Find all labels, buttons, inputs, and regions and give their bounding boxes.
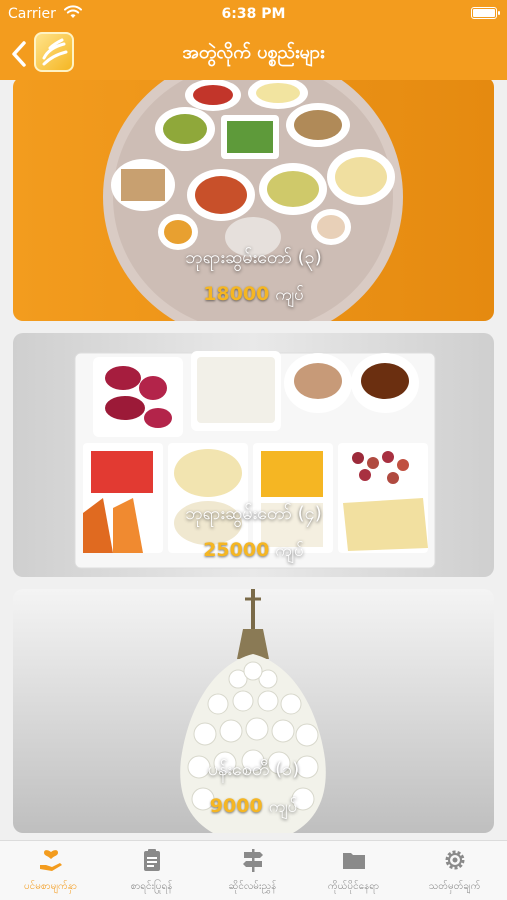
tab-label: ဆိုင်လမ်းညွှန်: [228, 881, 277, 892]
battery-icon: [471, 7, 500, 19]
product-price: 25000: [203, 539, 270, 561]
currency-label: ကျပ်: [275, 285, 304, 305]
clipboard-icon: [144, 849, 160, 871]
tab-personal[interactable]: ကိုယ်ပိုင်နေရာ: [303, 841, 404, 900]
currency-label: ကျပ်: [275, 541, 304, 561]
tab-settings[interactable]: သတ်မှတ်ချက်: [404, 841, 505, 900]
product-name: ဘုရားဆွမ်းတော် (၃): [185, 247, 322, 268]
status-time: 6:38 PM: [221, 6, 286, 22]
tab-label: ကိုယ်ပိုင်နေရာ: [327, 881, 380, 892]
product-name: ဘုရားဆွမ်းတော် (၄): [185, 503, 322, 524]
top-bar: Carrier 6:38 PM အတွဲလိုက် ပစ္စည်းများ: [0, 0, 507, 80]
tab-label: သတ်မှတ်ချက်: [428, 881, 481, 892]
product-list[interactable]: ဘုရားဆွမ်းတော် (၃) 18000 ကျပ် ဘုရားဆွမ်းတ…: [0, 80, 507, 840]
price-row: 9000 ကျပ်: [13, 795, 494, 821]
tab-label: စာရင်းပြုရန်: [130, 881, 173, 892]
gear-icon: [445, 850, 465, 870]
navigation-bar: အတွဲလိုက် ပစ္စည်းများ: [0, 28, 507, 80]
page-title: အတွဲလိုက် ပစ္စည်းများ: [182, 42, 325, 63]
tab-label: ပင်မစာမျက်နှာ: [23, 881, 78, 892]
product-card[interactable]: ပန်းစေတီ (၁) 9000 ကျပ်: [13, 589, 494, 833]
status-bar: Carrier 6:38 PM: [0, 0, 507, 28]
tab-register[interactable]: စာရင်းပြုရန်: [101, 841, 202, 900]
product-card[interactable]: ဘုရားဆွမ်းတော် (၃) 18000 ကျပ်: [13, 80, 494, 321]
folder-icon: [343, 853, 365, 869]
product-card[interactable]: ဘုရားဆွမ်းတော် (၄) 25000 ကျပ်: [13, 333, 494, 577]
tab-home[interactable]: ပင်မစာမျက်နှာ: [0, 841, 101, 900]
signpost-icon: [243, 849, 263, 872]
tab-bar: ပင်မစာမျက်နှာ စာရင်းပြုရန် ဆိုင်လမ်းညွှန…: [0, 840, 507, 900]
product-price: 9000: [209, 795, 263, 817]
price-row: 18000 ကျပ်: [13, 283, 494, 309]
product-price: 18000: [203, 283, 270, 305]
tab-directions[interactable]: ဆိုင်လမ်းညွှန်: [202, 841, 303, 900]
currency-label: ကျပ်: [268, 797, 298, 817]
product-name: ပန်းစေတီ (၁): [207, 759, 300, 780]
hand-heart-icon: [40, 850, 62, 871]
price-row: 25000 ကျပ်: [13, 539, 494, 565]
